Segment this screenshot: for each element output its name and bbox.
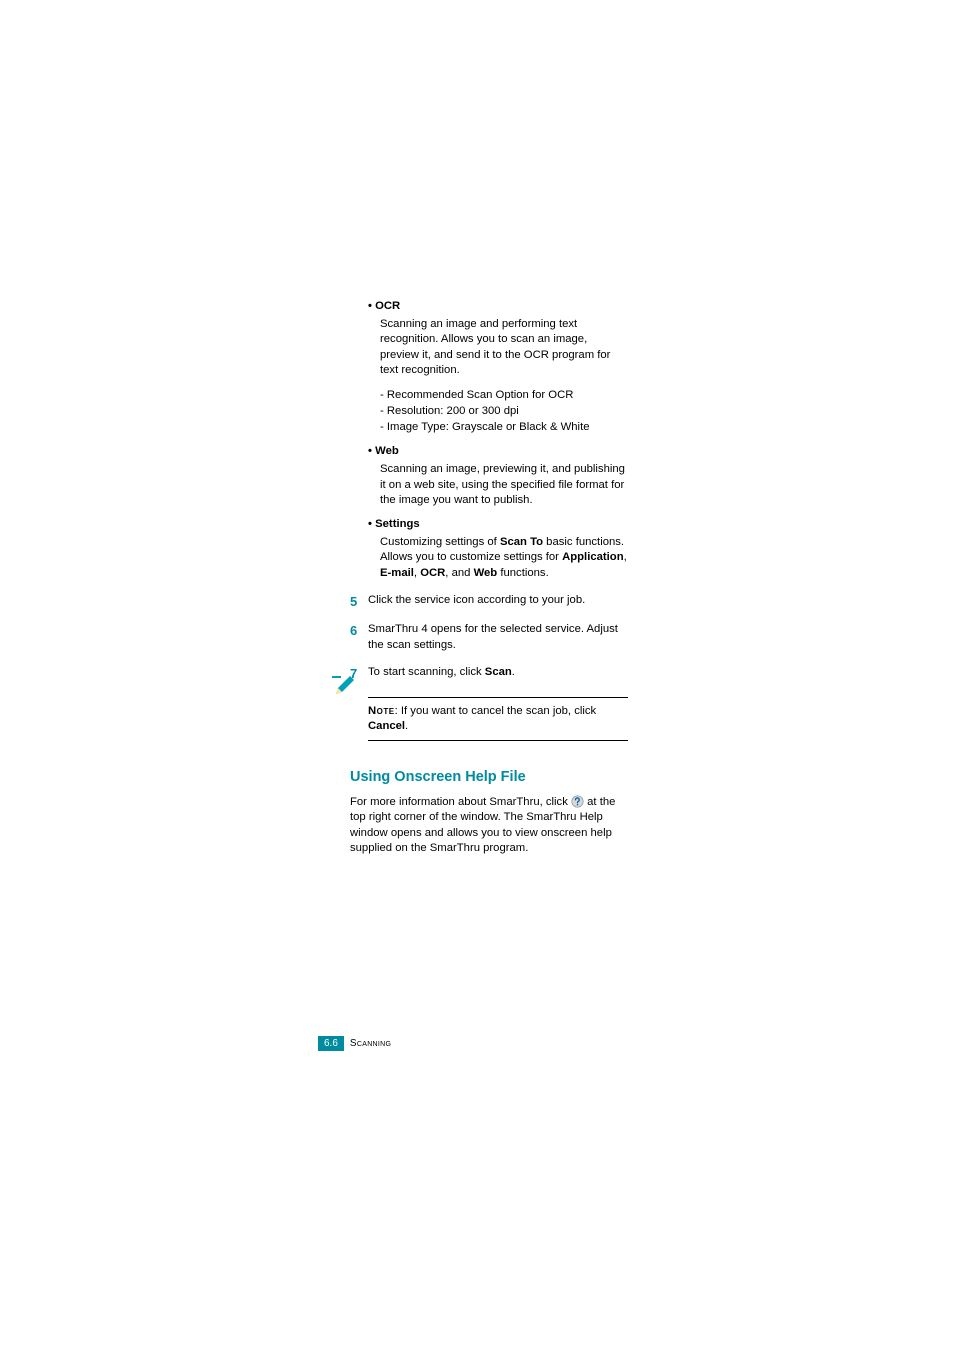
note-icon: [330, 672, 358, 700]
section-heading: Using Onscreen Help File: [350, 769, 628, 785]
bullet-settings: • Settings: [368, 518, 628, 530]
bullet-web-label: Web: [375, 445, 399, 457]
ocr-sub-1: - Recommended Scan Option for OCR: [380, 388, 628, 404]
ocr-sub-2: - Resolution: 200 or 300 dpi: [380, 404, 628, 420]
step-5-number: 5: [350, 593, 368, 611]
step-6-text: SmarThru 4 opens for the selected servic…: [368, 622, 628, 653]
step-6-number: 6: [350, 622, 368, 640]
ocr-sub-3: - Image Type: Grayscale or Black & White: [380, 420, 628, 436]
bullet-settings-label: Settings: [375, 518, 420, 530]
bullet-settings-desc: Customizing settings of Scan To basic fu…: [380, 535, 628, 581]
bullet-ocr: • OCR: [368, 300, 628, 312]
bullet-web-desc: Scanning an image, previewing it, and pu…: [380, 462, 628, 508]
ocr-sublist: - Recommended Scan Option for OCR - Reso…: [380, 388, 628, 435]
step-7: 7 To start scanning, click Scan.: [368, 665, 628, 683]
steps-list: 5 Click the service icon according to yo…: [368, 593, 628, 683]
page-footer: 6.6 Scanning: [318, 1036, 391, 1051]
step-5-text: Click the service icon according to your…: [368, 593, 628, 608]
help-icon: [571, 795, 584, 808]
bullet-web: • Web: [368, 445, 628, 457]
step-5: 5 Click the service icon according to yo…: [368, 593, 628, 611]
note-block: Note: If you want to cancel the scan job…: [368, 697, 628, 742]
bullet-ocr-desc: Scanning an image and performing text re…: [380, 317, 628, 378]
main-content: • OCR Scanning an image and performing t…: [368, 300, 628, 856]
chapter-label: Scanning: [350, 1038, 391, 1049]
page-number-badge: 6.6: [318, 1036, 344, 1051]
note-label: Note: [368, 705, 395, 717]
bullet-ocr-label: OCR: [375, 300, 400, 312]
step-6: 6 SmarThru 4 opens for the selected serv…: [368, 622, 628, 653]
section-paragraph: For more information about SmarThru, cli…: [350, 795, 628, 856]
step-7-text: To start scanning, click Scan.: [368, 665, 628, 680]
